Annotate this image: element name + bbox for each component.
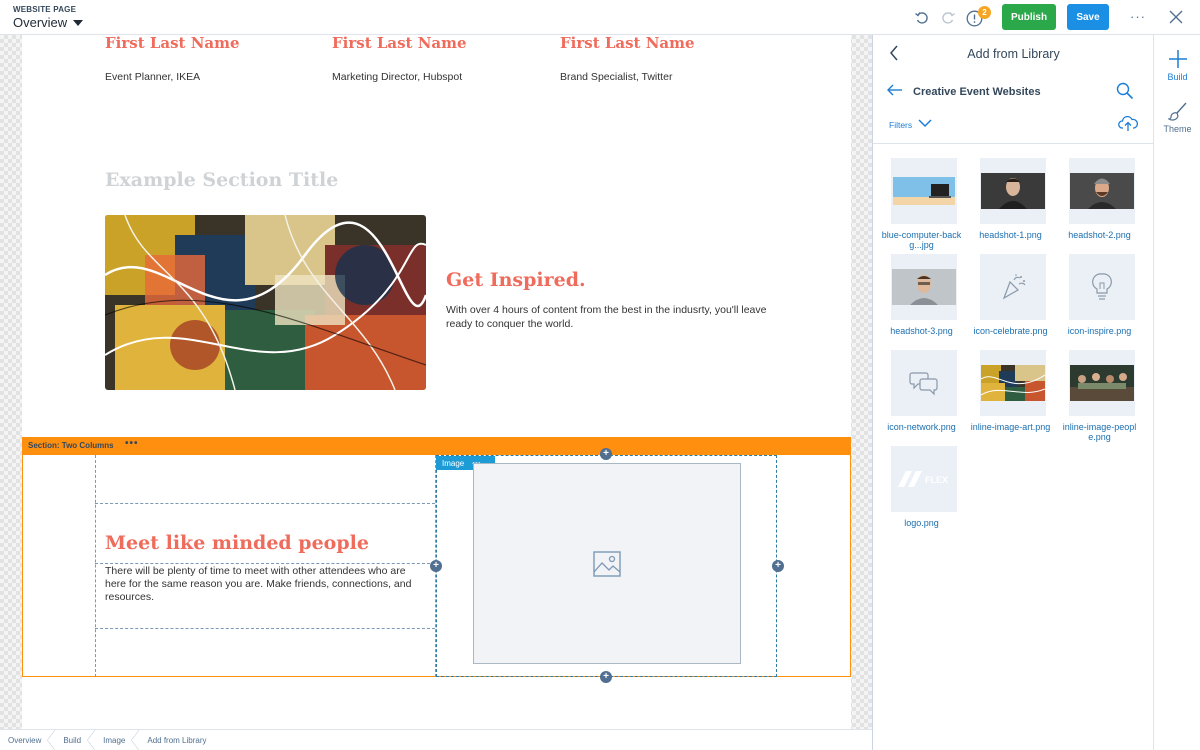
image-placeholder[interactable] (473, 463, 741, 664)
paintbrush-icon (1167, 102, 1187, 121)
library-file-tile[interactable]: inline-image-art.png (962, 350, 1051, 432)
section-title-placeholder: Example Section Title (105, 169, 339, 191)
library-file-name: headshot-1.png (979, 230, 1042, 240)
cloud-upload-icon[interactable] (1118, 115, 1138, 137)
library-file-name: headshot-3.png (890, 326, 953, 336)
speaker-role-1: Event Planner, IKEA (105, 71, 201, 83)
add-column-left-icon[interactable]: + (430, 560, 442, 572)
library-file-tile[interactable]: icon-inspire.png (1051, 254, 1140, 336)
library-file-tile[interactable]: blue-computer-backg...jpg (873, 158, 962, 250)
lightbulb-icon[interactable] (1069, 254, 1135, 320)
breadcrumb-item-build[interactable]: Build (55, 729, 95, 750)
page-view-select[interactable]: Overview (13, 15, 84, 30)
plus-icon (1168, 50, 1187, 68)
caret-down-icon (73, 19, 84, 26)
folder-row: Creative Event Websites (887, 83, 1041, 101)
folder-name: Creative Event Websites (913, 86, 1041, 98)
column-guide (95, 455, 96, 677)
section-label: Section: Two Columns (28, 441, 114, 450)
library-file-tile[interactable]: icon-celebrate.png (962, 254, 1051, 336)
section-more-icon[interactable]: ••• (125, 438, 139, 449)
library-file-tile[interactable]: inline-image-people.png (1051, 350, 1140, 442)
computer-thumbnail[interactable] (891, 158, 957, 224)
breadcrumb-item-image[interactable]: Image (95, 729, 140, 750)
library-file-tile[interactable]: headshot-2.png (1051, 158, 1140, 240)
page-type-label: WEBSITE PAGE (13, 5, 77, 14)
image-module-label: Image (442, 458, 465, 468)
rail-item-build[interactable]: Build (1154, 49, 1200, 82)
flex-logo-thumbnail[interactable]: FLEX (891, 446, 957, 512)
get-inspired-text: With over 4 hours of content from the be… (446, 304, 767, 330)
library-file-tile[interactable]: icon-network.png (873, 350, 962, 432)
library-file-name: inline-image-people.png (1062, 422, 1137, 442)
page-view-select-value: Overview (13, 15, 68, 30)
people-thumbnail[interactable] (1069, 350, 1135, 416)
redo-icon[interactable] (939, 9, 957, 27)
alert-count-badge: 2 (978, 6, 991, 19)
headshot-3-thumbnail[interactable] (891, 254, 957, 320)
library-panel-title: Add from Library (967, 47, 1060, 61)
add-from-library-panel: Add from Library Creative Event Websites… (872, 35, 1154, 750)
speaker-name-3: First Last Name (560, 35, 695, 52)
save-button[interactable]: Save (1067, 4, 1109, 30)
speaker-name-2: First Last Name (332, 35, 467, 52)
svg-text:FLEX: FLEX (925, 475, 948, 485)
get-inspired-heading: Get Inspired. (446, 269, 586, 291)
library-file-tile[interactable]: headshot-3.png (873, 254, 962, 336)
speaker-role-2: Marketing Director, Hubspot (332, 71, 463, 83)
art-image[interactable] (105, 215, 426, 390)
library-panel-header: Add from Library Creative Event Websites… (873, 35, 1154, 144)
add-row-above-icon[interactable]: + (600, 448, 612, 460)
rail-label-theme: Theme (1163, 124, 1192, 134)
celebrate-icon[interactable] (980, 254, 1046, 320)
library-file-name: headshot-2.png (1068, 230, 1131, 240)
publish-button[interactable]: Publish (1002, 4, 1056, 30)
add-row-below-icon[interactable]: + (600, 671, 612, 683)
headshot-2-thumbnail[interactable] (1069, 158, 1135, 224)
speaker-role-3: Brand Specialist, Twitter (560, 71, 673, 83)
row-guide (95, 563, 435, 564)
filters-label: Filters (889, 119, 913, 130)
art-thumbnail[interactable] (980, 350, 1046, 416)
breadcrumb-item-add-from-library: Add from Library (147, 735, 207, 745)
right-rail: Build Theme (1153, 35, 1200, 750)
library-file-name: icon-celebrate.png (973, 326, 1048, 336)
chat-bubbles-icon[interactable] (891, 350, 957, 416)
library-file-name: icon-network.png (887, 422, 956, 432)
library-file-name: inline-image-art.png (970, 422, 1051, 432)
row-guide (95, 503, 435, 504)
meet-people-heading[interactable]: Meet like minded people (105, 532, 369, 554)
library-file-tile[interactable]: FLEX logo.png (873, 446, 962, 528)
meet-people-text[interactable]: There will be plenty of time to meet wit… (105, 565, 425, 604)
add-column-right-icon[interactable]: + (772, 560, 784, 572)
library-file-name: icon-inspire.png (1067, 326, 1132, 336)
close-icon[interactable] (1169, 10, 1183, 29)
search-icon[interactable] (1116, 82, 1134, 105)
library-file-tile[interactable]: headshot-1.png (962, 158, 1051, 240)
headshot-1-thumbnail[interactable] (980, 158, 1046, 224)
arrow-left-icon[interactable] (887, 83, 903, 101)
row-guide (95, 628, 435, 629)
more-options-icon[interactable]: ··· (1130, 9, 1146, 24)
speaker-name-1: First Last Name (105, 35, 240, 52)
library-file-name: blue-computer-backg...jpg (881, 230, 962, 250)
section-toolbar[interactable]: Section: Two Columns ••• (22, 437, 851, 455)
rail-item-theme[interactable]: Theme (1154, 101, 1200, 134)
image-placeholder-icon (593, 550, 621, 577)
page-preview: First Last Name Event Planner, IKEA Firs… (22, 35, 851, 729)
breadcrumb-item-overview[interactable]: Overview (0, 729, 56, 750)
filters-toggle[interactable]: Filters (889, 119, 932, 130)
undo-icon[interactable] (913, 9, 931, 27)
library-file-name: logo.png (904, 518, 939, 528)
breadcrumb: Overview Build Image Add from Library (0, 729, 872, 750)
rail-label-build: Build (1167, 72, 1188, 82)
top-bar: WEBSITE PAGE Overview 2 Publish Save ··· (0, 0, 1200, 35)
chevron-down-icon (918, 119, 932, 130)
